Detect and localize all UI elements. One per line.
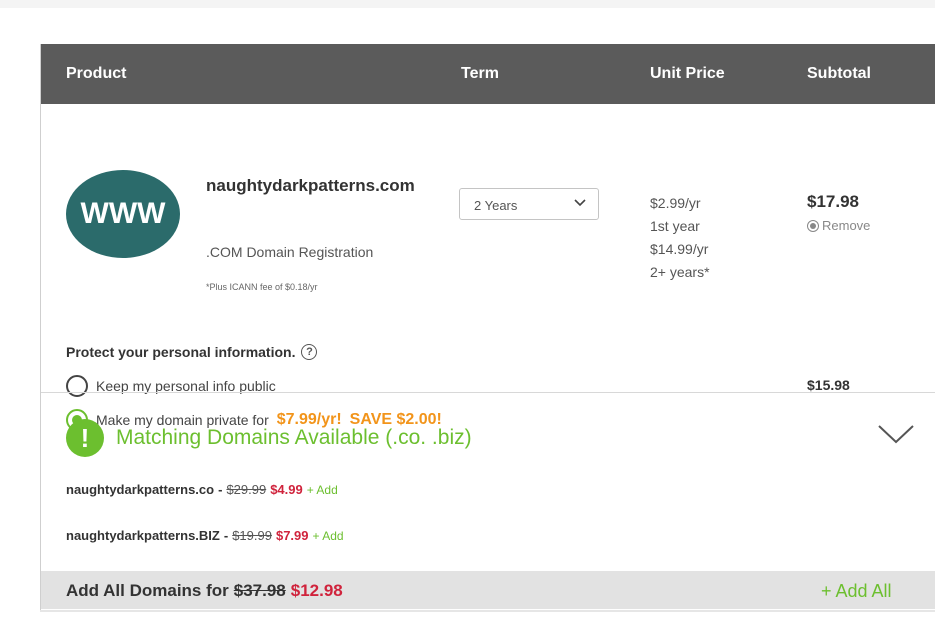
bottom-edge (40, 610, 935, 612)
section-divider (41, 392, 935, 393)
offer-separator: - (223, 528, 229, 543)
www-logo: WWW (66, 170, 180, 258)
offer-separator: - (218, 482, 223, 497)
offer-new-price: $4.99 (270, 482, 303, 497)
domain-offer-biz: naughtydarkpatterns.BIZ - $19.99 $7.99 +… (66, 528, 344, 543)
add-all-new-price: $12.98 (290, 581, 343, 600)
privacy-option-public[interactable]: Keep my personal info public (66, 375, 276, 397)
add-all-text: Add All Domains for $37.98 $12.98 (66, 581, 343, 601)
term-select-value: 2 Years (474, 198, 518, 213)
add-all-label: Add All Domains for (66, 581, 229, 600)
domain-name: naughtydarkpatterns.com (206, 176, 415, 195)
unit-price-renewal: $14.99/yr (650, 241, 709, 257)
radio-public[interactable] (66, 375, 88, 397)
matching-domains-title: Matching Domains Available (.co. .biz) (116, 426, 472, 449)
icann-note: *Plus ICANN fee of $0.18/yr (206, 282, 318, 292)
header-subtotal: Subtotal (807, 65, 871, 82)
header-term: Term (461, 65, 499, 82)
top-edge (0, 0, 935, 8)
remove-label: Remove (822, 218, 871, 233)
add-all-button[interactable]: + Add All (821, 581, 892, 602)
unit-price-first-year-label: 1st year (650, 218, 700, 234)
remove-link[interactable]: Remove (807, 218, 870, 233)
header-unit-price: Unit Price (650, 65, 725, 82)
unit-price-renewal-label: 2+ years* (650, 264, 710, 280)
privacy-title: Protect your personal information. ? (66, 344, 318, 360)
offer-domain: naughtydarkpatterns.co (66, 482, 215, 497)
add-biz-link[interactable]: + Add (313, 529, 344, 543)
unit-price-first-year: $2.99/yr (650, 195, 701, 211)
matching-domains-header[interactable]: ! Matching Domains Available (.co. .biz) (66, 419, 472, 457)
offer-domain: naughtydarkpatterns.BIZ (66, 528, 220, 543)
question-circle-icon[interactable]: ? (301, 344, 318, 360)
privacy-price: $15.98 (807, 377, 850, 393)
expand-chevron-down-icon[interactable] (877, 422, 915, 446)
domain-type: .COM Domain Registration (206, 244, 374, 260)
domain-offer-co: naughtydarkpatterns.co - $29.99 $4.99 + … (66, 482, 338, 497)
term-select[interactable]: 2 Years (459, 188, 599, 220)
subtotal-value: $17.98 (807, 192, 859, 211)
chevron-down-icon (574, 199, 586, 207)
privacy-title-text: Protect your personal information. (66, 344, 296, 360)
cart-header: Product Term Unit Price Subtotal (41, 44, 935, 104)
cart-table: Product Term Unit Price Subtotal WWW nau… (40, 44, 935, 610)
remove-circle-icon (807, 219, 819, 232)
unit-price: $2.99/yr 1st year $14.99/yr 2+ years* (650, 192, 710, 284)
add-all-old-price: $37.98 (233, 581, 286, 600)
add-all-bar: Add All Domains for $37.98 $12.98 + Add … (41, 571, 935, 609)
offer-old-price: $29.99 (226, 482, 267, 497)
header-product: Product (66, 65, 127, 82)
add-co-link[interactable]: + Add (307, 483, 338, 497)
offer-new-price: $7.99 (275, 528, 309, 543)
offer-old-price: $19.99 (232, 528, 272, 543)
product-row: WWW naughtydarkpatterns.com .COM Domain … (41, 104, 935, 437)
exclamation-circle-icon: ! (66, 419, 104, 457)
